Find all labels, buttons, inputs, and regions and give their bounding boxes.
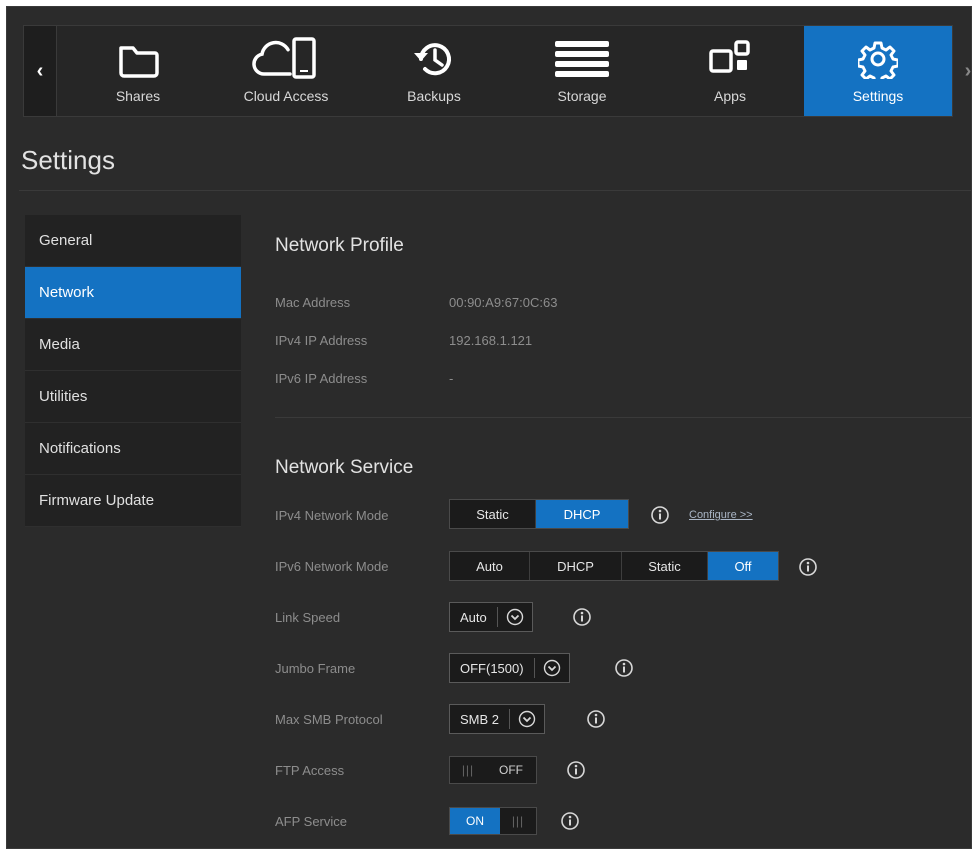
max-smb-select[interactable]: SMB 2 — [449, 704, 546, 734]
sidebar-item-media[interactable]: Media — [25, 319, 241, 371]
nav-item-storage[interactable]: Storage — [508, 26, 656, 116]
section-divider — [275, 417, 971, 418]
sidebar-item-label: General — [39, 232, 93, 249]
page-title: Settings — [21, 145, 115, 175]
ipv4-info-icon[interactable] — [649, 504, 671, 526]
max-smb-label: Max SMB Protocol — [275, 712, 383, 727]
top-nav: ‹ Shares Cloud Access Backups Storage Ap… — [23, 25, 971, 117]
nav-item-label: Cloud Access — [243, 88, 329, 104]
ipv4-mode-static[interactable]: Static — [450, 500, 536, 528]
nav-item-backups[interactable]: Backups — [360, 26, 508, 116]
ipv4-address-label: IPv4 IP Address — [275, 333, 368, 348]
ftp-info-icon[interactable] — [565, 759, 587, 781]
network-service-title: Network Service — [275, 457, 414, 478]
afp-service-label: AFP Service — [275, 814, 348, 829]
sidebar: General Network Media Utilities Notifica… — [25, 215, 241, 527]
mac-address-label: Mac Address — [275, 295, 351, 310]
ftp-access-state: OFF — [499, 763, 523, 777]
ipv6-mode-auto[interactable]: Auto — [450, 552, 530, 580]
max-smb-value: SMB 2 — [460, 711, 500, 727]
history-icon — [412, 36, 456, 82]
ipv6-mode-label: IPv6 Network Mode — [275, 559, 389, 574]
ipv6-address-label: IPv6 IP Address — [275, 371, 368, 386]
ipv4-mode-selector: Static DHCP — [449, 499, 629, 529]
apps-icon — [708, 36, 752, 82]
sidebar-item-label: Media — [39, 336, 80, 353]
toggle-grip-icon: ||| — [511, 814, 525, 828]
nav-item-label: Apps — [714, 88, 746, 104]
sidebar-item-label: Utilities — [39, 388, 88, 405]
nav-item-label: Backups — [407, 88, 461, 104]
link-speed-info-icon[interactable] — [571, 606, 593, 628]
ipv4-mode-dhcp[interactable]: DHCP — [536, 500, 628, 528]
title-divider — [19, 190, 971, 191]
ipv6-mode-dhcp[interactable]: DHCP — [530, 552, 622, 580]
ipv6-address-value: - — [449, 371, 454, 386]
chevron-down-icon — [498, 603, 532, 631]
mac-address-value: 00:90:A9:67:0C:63 — [449, 295, 558, 310]
ipv6-info-icon[interactable] — [797, 556, 819, 578]
jumbo-frame-label: Jumbo Frame — [275, 661, 356, 676]
link-speed-value: Auto — [460, 609, 487, 625]
nav-item-shares[interactable]: Shares — [64, 26, 212, 116]
chevron-left-icon: ‹ — [36, 59, 44, 82]
nav-prev-button[interactable]: ‹ — [24, 26, 57, 116]
sidebar-item-label: Network — [39, 284, 95, 301]
nav-item-cloud-access[interactable]: Cloud Access — [212, 26, 360, 116]
afp-info-icon[interactable] — [559, 810, 581, 832]
sidebar-item-label: Notifications — [39, 440, 121, 457]
chevron-down-icon — [535, 654, 569, 682]
nav-item-label: Settings — [852, 88, 904, 104]
ipv4-configure-link[interactable]: Configure >> — [689, 509, 753, 521]
storage-icon — [553, 36, 611, 82]
ipv6-mode-selector: Auto DHCP Static Off — [449, 551, 779, 581]
sidebar-item-utilities[interactable]: Utilities — [25, 371, 241, 423]
sidebar-item-network[interactable]: Network — [25, 267, 241, 319]
link-speed-label: Link Speed — [275, 610, 341, 625]
toggle-grip-icon: ||| — [461, 763, 475, 777]
sidebar-item-notifications[interactable]: Notifications — [25, 423, 241, 475]
max-smb-info-icon[interactable] — [585, 708, 607, 730]
sidebar-item-firmware-update[interactable]: Firmware Update — [25, 475, 241, 527]
chevron-down-icon — [510, 705, 544, 733]
sidebar-item-general[interactable]: General — [25, 215, 241, 267]
ipv4-mode-label: IPv4 Network Mode — [275, 508, 389, 523]
folder-icon — [116, 36, 160, 82]
jumbo-frame-value: OFF(1500) — [460, 660, 524, 676]
sidebar-item-label: Firmware Update — [39, 492, 155, 509]
cloud-device-icon — [250, 36, 322, 82]
ftp-access-toggle[interactable]: ||| OFF — [449, 756, 537, 784]
nav-next-button[interactable]: › — [952, 26, 972, 116]
nav-item-settings[interactable]: Settings — [804, 26, 952, 116]
network-profile-title: Network Profile — [275, 235, 404, 256]
ipv6-mode-static[interactable]: Static — [622, 552, 708, 580]
jumbo-frame-info-icon[interactable] — [613, 657, 635, 679]
ipv6-mode-off[interactable]: Off — [708, 552, 778, 580]
gear-icon — [858, 36, 898, 82]
ftp-access-label: FTP Access — [275, 763, 345, 778]
afp-service-state: ON — [450, 808, 500, 834]
app-window: ‹ Shares Cloud Access Backups Storage Ap… — [6, 6, 972, 849]
afp-service-toggle[interactable]: ON ||| — [449, 807, 537, 835]
ipv4-address-value: 192.168.1.121 — [449, 333, 533, 348]
nav-item-apps[interactable]: Apps — [656, 26, 804, 116]
jumbo-frame-select[interactable]: OFF(1500) — [449, 653, 570, 683]
nav-item-label: Shares — [115, 88, 161, 104]
link-speed-select[interactable]: Auto — [449, 602, 533, 632]
chevron-right-icon: › — [964, 59, 972, 82]
nav-item-label: Storage — [557, 88, 607, 104]
